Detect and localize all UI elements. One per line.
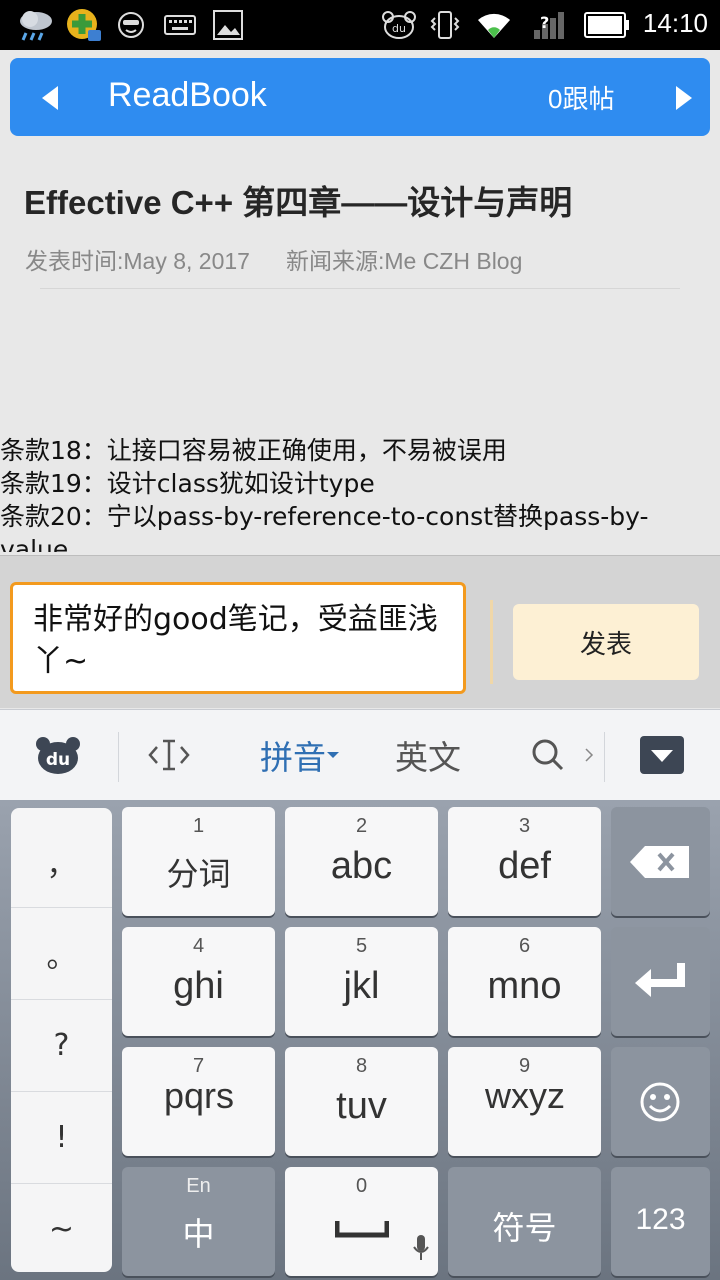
chevron-down-icon: [327, 752, 339, 758]
search-icon[interactable]: [528, 710, 568, 800]
divider: [604, 732, 605, 782]
chevron-right-icon[interactable]: [582, 710, 596, 800]
punct-key-question[interactable]: ?: [11, 1000, 112, 1092]
key-label: 符号: [492, 1210, 557, 1246]
emoji-key[interactable]: [611, 1047, 710, 1156]
backspace-icon: [630, 846, 689, 878]
ime-toolbar: du 拼音 英文: [0, 709, 720, 801]
punct-key-period[interactable]: 。: [11, 908, 112, 1000]
key-number: 8: [355, 1055, 368, 1077]
cursor-move-icon[interactable]: [146, 710, 192, 800]
key-label: 分词: [166, 856, 231, 892]
key-label: mno: [487, 965, 562, 1007]
app-header: ReadBook 0跟帖: [10, 58, 710, 136]
key-4-ghi[interactable]: 4 ghi: [122, 927, 275, 1036]
key-label: 123: [635, 1203, 686, 1236]
battery-icon: [584, 9, 630, 41]
comment-bar: 非常好的good笔记，受益匪浅丫~ 发表: [0, 555, 720, 708]
key-number: 4: [192, 935, 205, 957]
key-8-tuv[interactable]: 8 tuv: [285, 1047, 438, 1156]
key-label: pqrs: [163, 1075, 235, 1116]
microphone-icon: [413, 1235, 429, 1260]
smiley-icon: [640, 1082, 680, 1122]
space-bar-icon: [335, 1221, 389, 1238]
hide-keyboard-icon[interactable]: [638, 710, 686, 800]
key-label: 中: [182, 1216, 215, 1252]
punct-key-comma[interactable]: ，: [11, 816, 112, 908]
backspace-key[interactable]: [611, 807, 710, 916]
numbers-key[interactable]: 123: [611, 1167, 710, 1276]
enter-icon: [635, 963, 685, 997]
key-number: 6: [518, 935, 531, 957]
key-number: 5: [355, 935, 368, 957]
language-switch-key[interactable]: En 中: [122, 1167, 275, 1276]
back-arrow-icon[interactable]: [30, 78, 70, 118]
punct-key-tilde[interactable]: ~: [11, 1184, 112, 1275]
status-time: 14:10: [642, 8, 708, 38]
space-key[interactable]: 0: [285, 1167, 438, 1276]
svg-text:?: ?: [540, 13, 549, 32]
key-label: def: [498, 845, 551, 887]
punctuation-column: ， 。 ? ! ~: [11, 808, 112, 1272]
key-number: 2: [355, 815, 368, 837]
punct-key-exclaim[interactable]: !: [11, 1092, 112, 1184]
body-line: value: [0, 535, 69, 552]
app-notification-icon: [66, 9, 102, 41]
key-6-mno[interactable]: 6 mno: [448, 927, 601, 1036]
vibrate-icon: [430, 9, 460, 41]
key-number: 0: [355, 1175, 368, 1197]
body-line: 条款19：设计class犹如设计type: [0, 469, 375, 498]
key-number: 1: [192, 815, 205, 837]
key-label: tuv: [336, 1085, 387, 1127]
news-source: 新闻来源:Me CZH Blog: [285, 248, 523, 274]
post-button[interactable]: 发表: [513, 604, 699, 680]
publish-date: 发表时间:May 8, 2017: [25, 248, 250, 274]
pinyin-mode-button[interactable]: 拼音: [254, 710, 346, 800]
key-2-abc[interactable]: 2 abc: [285, 807, 438, 916]
pinyin-label: 拼音: [260, 738, 326, 777]
key-number: En: [186, 1175, 211, 1197]
keyboard-icon: [164, 9, 196, 41]
english-mode-button[interactable]: 英文: [388, 710, 468, 800]
key-number: 3: [518, 815, 531, 837]
wifi-icon: [476, 9, 512, 41]
key-5-jkl[interactable]: 5 jkl: [285, 927, 438, 1036]
comment-input[interactable]: 非常好的good笔记，受益匪浅丫~: [10, 582, 466, 694]
enter-key[interactable]: [611, 927, 710, 1036]
divider: [40, 288, 680, 289]
key-label: wxyz: [485, 1075, 565, 1116]
weather-rain-icon: [16, 9, 56, 41]
key-label: ghi: [173, 965, 224, 1007]
forward-arrow-icon[interactable]: [662, 78, 702, 118]
key-9-wxyz[interactable]: 9 wxyz: [448, 1047, 601, 1156]
body-line: 条款18：让接口容易被正确使用，不易被误用: [0, 436, 507, 465]
key-1-fenci[interactable]: 1 分词: [122, 807, 275, 916]
image-icon: [212, 9, 244, 41]
article-title: Effective C++ 第四章——设计与声明: [24, 184, 573, 221]
keyboard: ， 。 ? ! ~ 1 分词 2 abc 3 def 4 ghi 5 jkl 6…: [0, 800, 720, 1280]
du-icon: du: [382, 9, 416, 41]
status-bar: du ? 14:10: [0, 0, 720, 50]
article-meta: 发表时间:May 8, 2017 新闻来源:Me CZH Blog: [25, 242, 522, 276]
divider: [118, 732, 119, 782]
svg-text:du: du: [392, 22, 406, 35]
reply-count-button[interactable]: 0跟帖: [548, 79, 614, 116]
article-body: 条款18：让接口容易被正确使用，不易被误用 条款19：设计class犹如设计ty…: [0, 434, 720, 552]
signal-icon: ?: [532, 9, 568, 41]
key-7-pqrs[interactable]: 7 pqrs: [122, 1047, 275, 1156]
du-logo-icon[interactable]: du: [34, 710, 82, 800]
smiley-icon: [116, 9, 146, 41]
app-title: ReadBook: [108, 76, 267, 114]
symbols-key[interactable]: 符号: [448, 1167, 601, 1276]
body-line: 条款20：宁以pass-by-reference-to-const替换pass-…: [0, 502, 649, 531]
svg-text:du: du: [46, 750, 70, 770]
key-label: jkl: [343, 965, 380, 1007]
key-3-def[interactable]: 3 def: [448, 807, 601, 916]
divider: [490, 600, 493, 684]
key-label: abc: [330, 845, 393, 887]
